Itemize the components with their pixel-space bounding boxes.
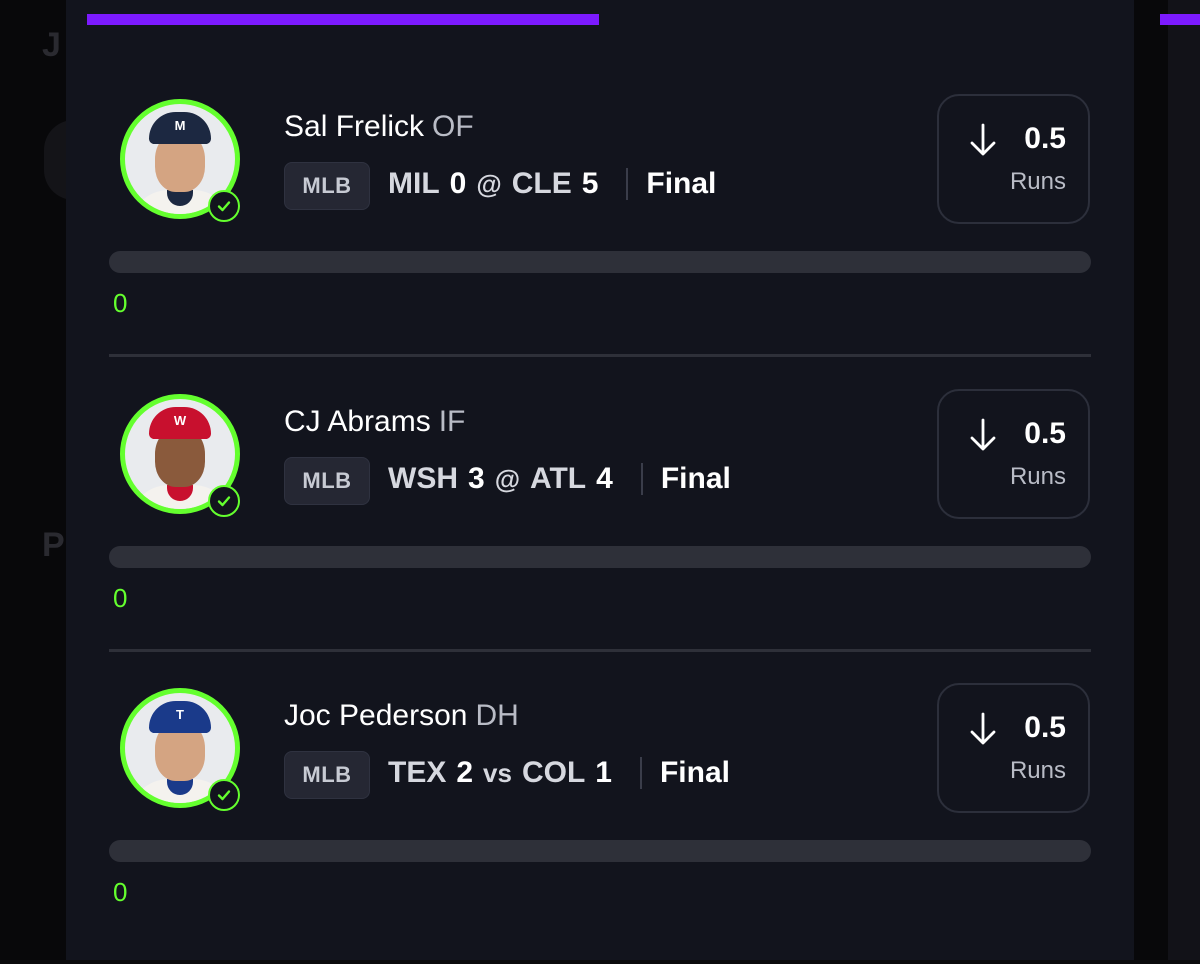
matchup-divider xyxy=(640,463,643,495)
league-badge: MLB xyxy=(284,457,370,505)
matchup-separator: @ xyxy=(476,168,502,199)
projection-line-box[interactable]: 0.5 Runs xyxy=(937,94,1090,224)
matchup-separator: vs xyxy=(483,757,512,788)
player-name-text: CJ Abrams xyxy=(284,405,431,438)
background-text-fragment: J xyxy=(42,26,61,64)
game-status: Final xyxy=(646,167,717,200)
background-next-card xyxy=(1168,0,1200,960)
league-badge: MLB xyxy=(284,162,370,210)
team-home: CLE xyxy=(511,167,572,200)
line-stat-type: Runs xyxy=(1009,463,1066,490)
score-away: 2 xyxy=(456,756,474,789)
picks-card: M Sal Frelick OF MLB MIL 0 @ CLE 5 Final … xyxy=(66,0,1134,960)
player-name: CJ Abrams IF xyxy=(284,405,465,439)
league-badge: MLB xyxy=(284,751,370,799)
game-matchup: MIL 0 @ CLE 5 Final xyxy=(388,167,716,201)
player-name: Sal Frelick OF xyxy=(284,110,474,144)
cap-logo: T xyxy=(176,707,184,722)
team-home: ATL xyxy=(530,462,587,495)
background-next-progress xyxy=(1160,14,1200,25)
background-text-fragment: P xyxy=(42,526,65,564)
check-icon xyxy=(208,485,240,517)
line-value: 0.5 xyxy=(1024,711,1066,744)
score-away: 0 xyxy=(449,167,467,200)
arrow-down-icon xyxy=(970,712,996,745)
stat-current-value: 0 xyxy=(113,288,128,318)
line-value: 0.5 xyxy=(1024,122,1066,155)
pick-row[interactable]: T Joc Pederson DH MLB TEX 2 vs COL 1 Fina… xyxy=(66,669,1134,964)
progress-bar-fill xyxy=(87,14,600,25)
player-name: Joc Pederson DH xyxy=(284,699,519,733)
score-home: 4 xyxy=(596,462,613,495)
stat-progress-bar xyxy=(109,251,1091,273)
stat-current-value: 0 xyxy=(113,583,128,613)
score-home: 5 xyxy=(581,167,599,200)
score-home: 1 xyxy=(595,756,612,789)
team-away: MIL xyxy=(388,167,440,200)
game-status: Final xyxy=(659,756,730,789)
player-position: DH xyxy=(475,699,519,732)
stat-progress-bar xyxy=(109,546,1091,568)
game-matchup: WSH 3 @ ATL 4 Final xyxy=(388,462,731,496)
row-divider xyxy=(109,649,1091,652)
player-name-text: Sal Frelick xyxy=(284,110,425,143)
cap-logo: M xyxy=(174,118,186,133)
arrow-down-icon xyxy=(970,418,996,451)
progress-bar xyxy=(87,14,1091,25)
stat-progress-bar xyxy=(109,840,1091,862)
arrow-down-icon xyxy=(970,123,996,156)
matchup-separator: @ xyxy=(494,463,521,494)
stat-current-value: 0 xyxy=(113,877,128,907)
game-status: Final xyxy=(660,462,731,495)
game-matchup: TEX 2 vs COL 1 Final xyxy=(388,756,730,790)
matchup-divider xyxy=(639,757,642,789)
cap-logo: W xyxy=(173,413,187,428)
projection-line-box[interactable]: 0.5 Runs xyxy=(937,683,1090,813)
pick-row[interactable]: M Sal Frelick OF MLB MIL 0 @ CLE 5 Final … xyxy=(66,80,1134,375)
row-divider xyxy=(109,354,1091,357)
score-away: 3 xyxy=(468,462,485,495)
team-away: TEX xyxy=(388,756,447,789)
line-stat-type: Runs xyxy=(1009,168,1066,195)
line-value: 0.5 xyxy=(1024,417,1066,450)
projection-line-box[interactable]: 0.5 Runs xyxy=(937,389,1090,519)
check-icon xyxy=(208,779,240,811)
player-position: OF xyxy=(432,110,474,143)
line-stat-type: Runs xyxy=(1009,757,1066,784)
player-name-text: Joc Pederson xyxy=(284,699,468,732)
team-away: WSH xyxy=(388,462,458,495)
matchup-divider xyxy=(626,168,629,200)
check-icon xyxy=(208,190,240,222)
player-position: IF xyxy=(438,405,466,438)
pick-row[interactable]: W CJ Abrams IF MLB WSH 3 @ ATL 4 Final 0.… xyxy=(66,375,1134,670)
team-home: COL xyxy=(521,756,586,789)
